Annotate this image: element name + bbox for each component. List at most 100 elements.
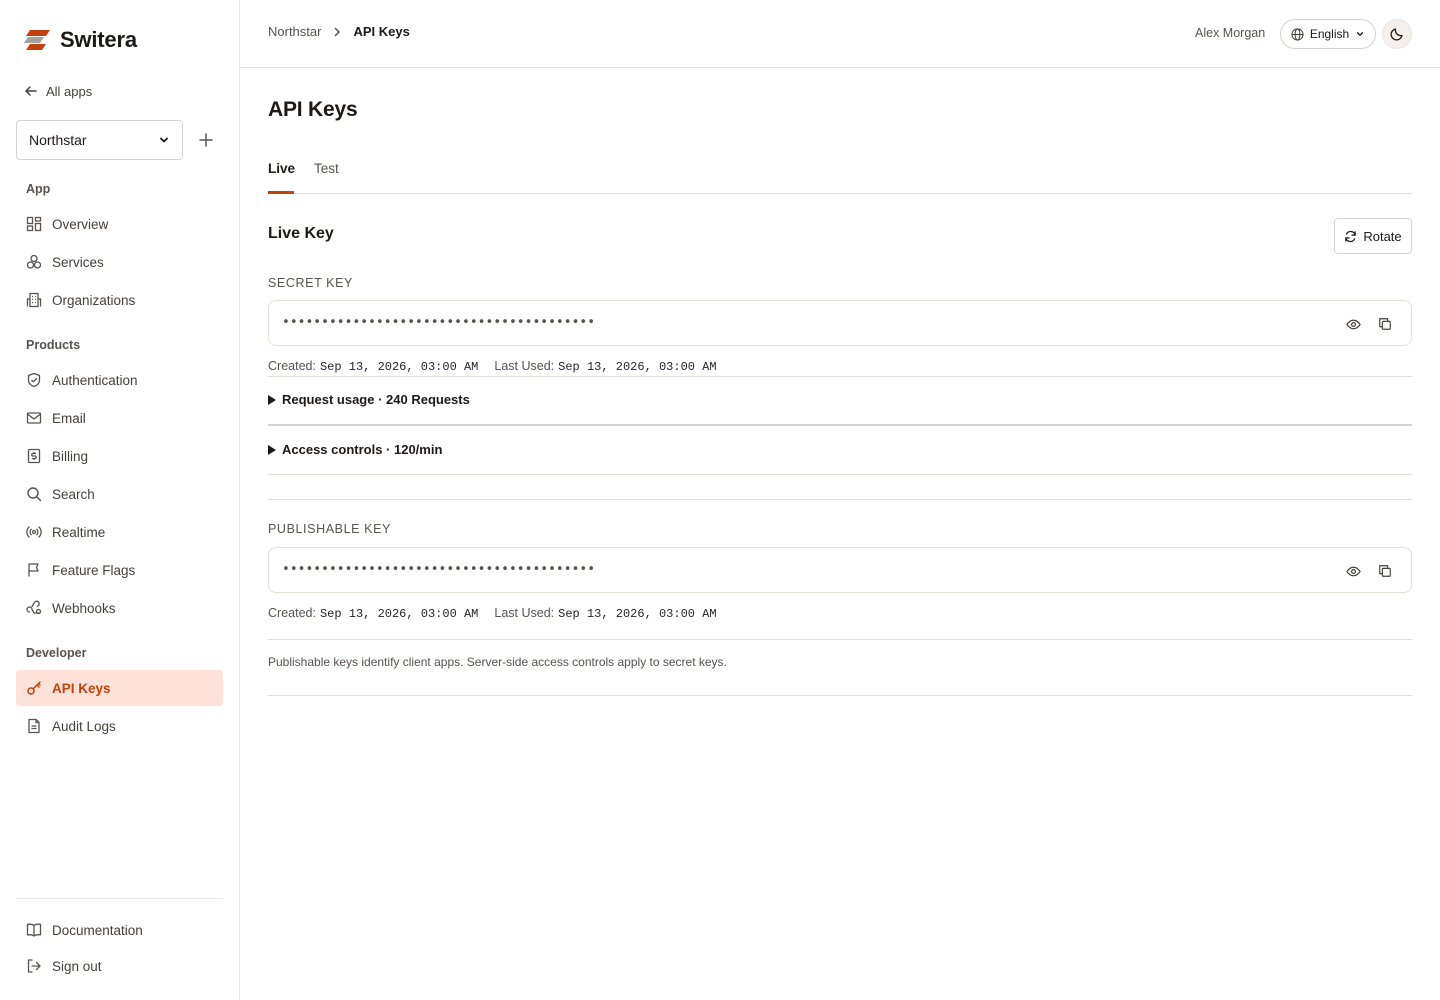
sidebar-item-api-keys[interactable]: API Keys [16,670,223,706]
moon-icon [1390,28,1403,41]
app-select[interactable]: Northstar [16,120,183,160]
tab-test[interactable]: Test [314,161,339,176]
sidebar-item-authentication[interactable]: Authentication [16,362,223,398]
created-label: Created: [268,359,316,373]
sidebar-item-email[interactable]: Email [16,400,223,436]
divider [268,499,1412,500]
sidebar-item-label: Overview [52,216,109,232]
publishable-key-note: Publishable keys identify client apps. S… [268,655,727,669]
publishable-key-label: PUBLISHABLE KEY [268,522,391,536]
sidebar-item-label: Documentation [52,922,143,938]
plus-icon [199,133,213,147]
sidebar-item-realtime[interactable]: Realtime [16,514,223,550]
access-controls-toggle[interactable]: Access controls · 120/min [268,442,442,457]
sidebar-item-label: Email [52,410,86,426]
sidebar-divider [16,898,223,899]
sidebar-item-sign-out[interactable]: Sign out [16,948,223,984]
sidebar-item-label: Audit Logs [52,718,116,734]
webhook-icon [26,600,42,615]
all-apps-link[interactable]: All apps [24,80,92,102]
secret-key-masked: •••••••••••••••••••••••••••••••••••••••• [282,315,596,330]
created-value: Sep 13, 2026, 03:00 AM [319,607,479,621]
grid-icon [26,216,42,232]
live-key-title: Live Key [268,225,334,242]
sidebar-item-billing[interactable]: Billing [16,438,223,474]
broadcast-icon [26,526,42,538]
reveal-secret-button[interactable] [1343,314,1363,334]
arrow-left-icon [25,86,37,96]
publishable-key-masked: •••••••••••••••••••••••••••••••••••••••• [282,562,596,577]
language-select[interactable]: English [1280,19,1376,49]
chevron-right-icon [335,27,341,36]
rotate-label: Rotate [1363,228,1402,244]
sidebar-item-label: Billing [52,448,89,464]
secret-key-field[interactable]: •••••••••••••••••••••••••••••••••••••••• [268,300,1412,346]
sidebar-item-label: Sign out [52,958,102,974]
switera-logo-icon [24,30,50,50]
user-name[interactable]: Alex Morgan [1195,26,1265,40]
add-app-button[interactable] [195,129,217,151]
sidebar-item-organizations[interactable]: Organizations [16,282,223,318]
rotate-button[interactable]: Rotate [1334,218,1412,254]
tabs-divider [268,193,1412,194]
caret-right-icon [268,394,276,405]
page-title: API Keys [268,98,358,121]
active-tab-indicator [268,191,294,194]
copy-publishable-button[interactable] [1375,561,1395,581]
last-used-label: Last Used: [494,359,555,373]
sidebar-item-audit-logs[interactable]: Audit Logs [16,708,223,744]
theme-toggle-button[interactable] [1382,19,1412,49]
breadcrumb-current: API Keys [353,24,410,39]
top-bar: Northstar API Keys Alex Morgan English [240,0,1440,68]
breadcrumb: Northstar API Keys [268,24,410,39]
brand-name: Switera [60,27,137,52]
globe-icon [1291,27,1304,41]
all-apps-label: All apps [46,83,93,99]
sidebar-item-label: Webhooks [52,600,116,616]
section-title-products: Products [26,338,81,352]
request-usage-toggle[interactable]: Request usage · 240 Requests [268,392,470,407]
sidebar-item-label: Organizations [52,292,136,308]
eye-icon [1345,319,1361,329]
refresh-icon [1345,230,1357,242]
divider [268,376,1412,377]
shield-icon [27,372,41,388]
section-title-app: App [26,182,51,196]
sidebar-item-documentation[interactable]: Documentation [16,912,223,948]
created-value: Sep 13, 2026, 03:00 AM [319,360,479,374]
brand[interactable]: Switera [24,27,137,52]
sidebar-item-search[interactable]: Search [16,476,223,512]
sidebar-item-label: Realtime [52,524,106,540]
breadcrumb-parent[interactable]: Northstar [268,24,321,39]
divider [268,424,1412,426]
caret-right-icon [268,444,276,455]
last-used-label: Last Used: [494,606,555,620]
chevron-down-icon [1357,32,1364,36]
divider [268,639,1412,640]
sidebar-item-overview[interactable]: Overview [16,206,223,242]
mail-icon [26,412,42,424]
sidebar-item-feature-flags[interactable]: Feature Flags [16,552,223,588]
sidebar-item-webhooks[interactable]: Webhooks [16,590,223,626]
app-select-value: Northstar [29,132,87,148]
tab-live[interactable]: Live [268,161,295,176]
chevron-down-icon [160,137,168,143]
copy-secret-button[interactable] [1375,314,1395,334]
sidebar-item-label: Feature Flags [52,562,136,578]
logout-icon [27,959,41,973]
created-label: Created: [268,606,316,620]
sidebar-item-services[interactable]: Services [16,244,223,280]
sidebar-item-label: API Keys [52,680,111,696]
divider [268,695,1412,696]
publishable-key-field[interactable]: •••••••••••••••••••••••••••••••••••••••• [268,547,1412,593]
search-icon [27,487,42,502]
file-icon [28,718,40,734]
flag-icon [28,563,39,577]
request-usage-label: Request usage · 240 Requests [282,392,470,407]
sidebar-item-label: Authentication [52,372,138,388]
reveal-publishable-button[interactable] [1343,561,1363,581]
last-used-value: Sep 13, 2026, 03:00 AM [558,360,717,374]
sidebar-item-label: Services [52,254,104,270]
eye-icon [1345,566,1361,576]
book-icon [26,923,42,937]
